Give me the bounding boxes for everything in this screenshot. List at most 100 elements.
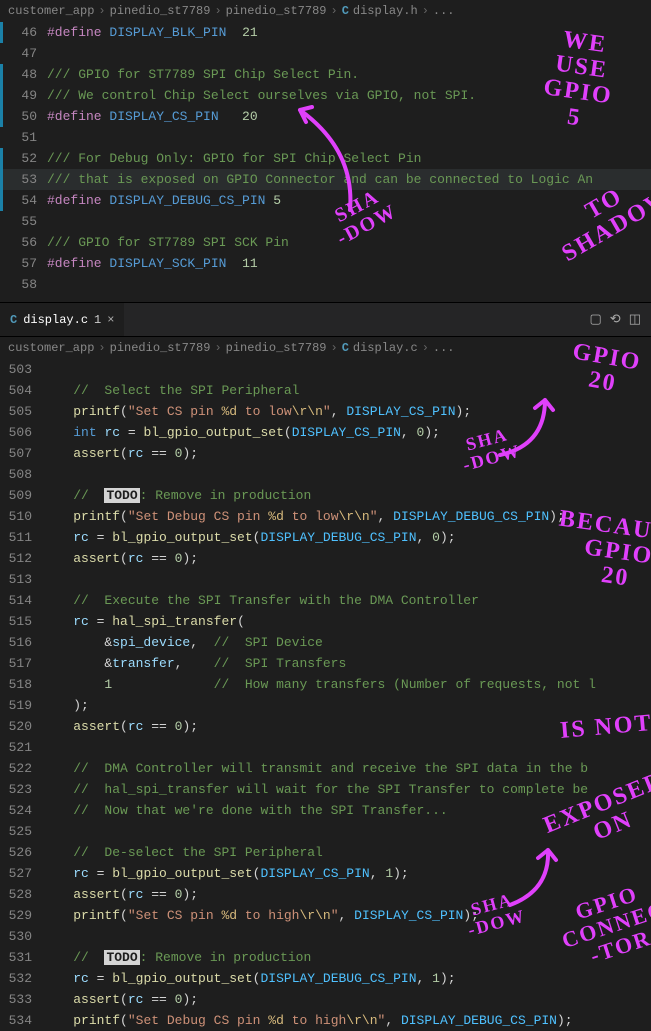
code-line[interactable]: 516 &spi_device, // SPI Device xyxy=(0,632,651,653)
code-line[interactable]: 50#define DISPLAY_CS_PIN 20 xyxy=(0,106,651,127)
code-content[interactable]: // TODO: Remove in production xyxy=(42,485,311,506)
code-line[interactable]: 52/// For Debug Only: GPIO for SPI Chip … xyxy=(0,148,651,169)
code-content[interactable]: #define DISPLAY_BLK_PIN 21 xyxy=(47,22,258,43)
code-content[interactable]: // De-select the SPI Peripheral xyxy=(42,842,323,863)
code-line[interactable]: 532 rc = bl_gpio_output_set(DISPLAY_DEBU… xyxy=(0,968,651,989)
breadcrumb-seg[interactable]: pinedio_st7789 xyxy=(110,341,211,355)
code-line[interactable]: 520 assert(rc == 0); xyxy=(0,716,651,737)
code-content[interactable]: /// GPIO for ST7789 SPI Chip Select Pin. xyxy=(47,64,359,85)
code-line[interactable]: 514 // Execute the SPI Transfer with the… xyxy=(0,590,651,611)
code-content[interactable]: // TODO: Remove in production xyxy=(42,947,311,968)
code-line[interactable]: 48/// GPIO for ST7789 SPI Chip Select Pi… xyxy=(0,64,651,85)
code-content[interactable]: // hal_spi_transfer will wait for the SP… xyxy=(42,779,588,800)
close-icon[interactable]: × xyxy=(107,313,114,327)
code-content[interactable]: printf("Set CS pin %d to low\r\n", DISPL… xyxy=(42,401,471,422)
code-line[interactable]: 46#define DISPLAY_BLK_PIN 21 xyxy=(0,22,651,43)
code-content[interactable]: rc = hal_spi_transfer( xyxy=(42,611,245,632)
breadcrumb-more[interactable]: ... xyxy=(433,4,455,18)
code-line[interactable]: 508 xyxy=(0,464,651,485)
code-line[interactable]: 54#define DISPLAY_DEBUG_CS_PIN 5 xyxy=(0,190,651,211)
code-line[interactable]: 51 xyxy=(0,127,651,148)
code-line[interactable]: 507 assert(rc == 0); xyxy=(0,443,651,464)
breadcrumb-source[interactable]: customer_app › pinedio_st7789 › pinedio_… xyxy=(0,337,651,359)
code-line[interactable]: 57#define DISPLAY_SCK_PIN 11 xyxy=(0,253,651,274)
code-content[interactable]: rc = bl_gpio_output_set(DISPLAY_CS_PIN, … xyxy=(42,863,409,884)
code-line[interactable]: 49/// We control Chip Select ourselves v… xyxy=(0,85,651,106)
code-line[interactable]: 506 int rc = bl_gpio_output_set(DISPLAY_… xyxy=(0,422,651,443)
code-content[interactable]: // Execute the SPI Transfer with the DMA… xyxy=(42,590,479,611)
code-content[interactable]: #define DISPLAY_SCK_PIN 11 xyxy=(47,253,258,274)
code-line[interactable]: 525 xyxy=(0,821,651,842)
line-number: 51 xyxy=(5,127,47,148)
code-content[interactable]: ); xyxy=(42,695,89,716)
breadcrumb-seg[interactable]: customer_app xyxy=(8,341,94,355)
code-content[interactable]: printf("Set CS pin %d to high\r\n", DISP… xyxy=(42,905,479,926)
code-line[interactable]: 517 &transfer, // SPI Transfers xyxy=(0,653,651,674)
code-content[interactable]: /// GPIO for ST7789 SPI SCK Pin xyxy=(47,232,289,253)
code-content[interactable]: // Select the SPI Peripheral xyxy=(42,380,299,401)
code-line[interactable]: 503 xyxy=(0,359,651,380)
code-content[interactable]: rc = bl_gpio_output_set(DISPLAY_DEBUG_CS… xyxy=(42,527,456,548)
code-content[interactable]: #define DISPLAY_DEBUG_CS_PIN 5 xyxy=(47,190,281,211)
code-content[interactable]: /// For Debug Only: GPIO for SPI Chip Se… xyxy=(47,148,421,169)
code-content[interactable]: #define DISPLAY_CS_PIN 20 xyxy=(47,106,258,127)
code-line[interactable]: 509 // TODO: Remove in production xyxy=(0,485,651,506)
code-line[interactable]: 522 // DMA Controller will transmit and … xyxy=(0,758,651,779)
code-line[interactable]: 519 ); xyxy=(0,695,651,716)
code-line[interactable]: 533 assert(rc == 0); xyxy=(0,989,651,1010)
code-content[interactable]: &transfer, // SPI Transfers xyxy=(42,653,346,674)
code-line[interactable]: 524 // Now that we're done with the SPI … xyxy=(0,800,651,821)
code-line[interactable]: 505 printf("Set CS pin %d to low\r\n", D… xyxy=(0,401,651,422)
code-line[interactable]: 511 rc = bl_gpio_output_set(DISPLAY_DEBU… xyxy=(0,527,651,548)
breadcrumb-more[interactable]: ... xyxy=(433,341,455,355)
code-line[interactable]: 56/// GPIO for ST7789 SPI SCK Pin xyxy=(0,232,651,253)
editor-pane-header[interactable]: 46#define DISPLAY_BLK_PIN 214748/// GPIO… xyxy=(0,22,651,302)
code-content[interactable]: assert(rc == 0); xyxy=(42,989,198,1010)
code-content[interactable]: // DMA Controller will transmit and rece… xyxy=(42,758,588,779)
breadcrumb-seg[interactable]: customer_app xyxy=(8,4,94,18)
editor-pane-source[interactable]: 503504 // Select the SPI Peripheral505 p… xyxy=(0,359,651,1031)
code-content[interactable]: /// that is exposed on GPIO Connector an… xyxy=(47,169,593,190)
breadcrumb-seg[interactable]: pinedio_st7789 xyxy=(226,341,327,355)
code-line[interactable]: 504 // Select the SPI Peripheral xyxy=(0,380,651,401)
code-content[interactable]: assert(rc == 0); xyxy=(42,548,198,569)
code-line[interactable]: 515 rc = hal_spi_transfer( xyxy=(0,611,651,632)
code-content[interactable]: assert(rc == 0); xyxy=(42,716,198,737)
tab-display-c[interactable]: C display.c 1 × xyxy=(0,303,124,336)
code-line[interactable]: 527 rc = bl_gpio_output_set(DISPLAY_CS_P… xyxy=(0,863,651,884)
code-line[interactable]: 529 printf("Set CS pin %d to high\r\n", … xyxy=(0,905,651,926)
code-content[interactable]: rc = bl_gpio_output_set(DISPLAY_DEBUG_CS… xyxy=(42,968,456,989)
breadcrumb-seg[interactable]: pinedio_st7789 xyxy=(110,4,211,18)
code-line[interactable]: 518 1 // How many transfers (Number of r… xyxy=(0,674,651,695)
breadcrumb-header[interactable]: customer_app › pinedio_st7789 › pinedio_… xyxy=(0,0,651,22)
code-line[interactable]: 531 // TODO: Remove in production xyxy=(0,947,651,968)
code-line[interactable]: 510 printf("Set Debug CS pin %d to low\r… xyxy=(0,506,651,527)
code-line[interactable]: 534 printf("Set Debug CS pin %d to high\… xyxy=(0,1010,651,1031)
code-line[interactable]: 523 // hal_spi_transfer will wait for th… xyxy=(0,779,651,800)
code-line[interactable]: 55 xyxy=(0,211,651,232)
git-icon[interactable]: ⟲ xyxy=(610,312,621,327)
code-content[interactable]: /// We control Chip Select ourselves via… xyxy=(47,85,476,106)
code-line[interactable]: 58 xyxy=(0,274,651,295)
breadcrumb-file[interactable]: display.c xyxy=(353,341,418,355)
code-line[interactable]: 513 xyxy=(0,569,651,590)
code-content[interactable]: 1 // How many transfers (Number of reque… xyxy=(42,674,596,695)
code-line[interactable]: 512 assert(rc == 0); xyxy=(0,548,651,569)
breadcrumb-file[interactable]: display.h xyxy=(353,4,418,18)
compare-icon[interactable]: ▢ xyxy=(590,312,602,327)
code-content[interactable]: printf("Set Debug CS pin %d to low\r\n",… xyxy=(42,506,565,527)
code-line[interactable]: 526 // De-select the SPI Peripheral xyxy=(0,842,651,863)
code-line[interactable]: 521 xyxy=(0,737,651,758)
code-content[interactable]: &spi_device, // SPI Device xyxy=(42,632,323,653)
code-content[interactable]: printf("Set Debug CS pin %d to high\r\n"… xyxy=(42,1010,573,1031)
code-content[interactable]: int rc = bl_gpio_output_set(DISPLAY_CS_P… xyxy=(42,422,440,443)
code-line[interactable]: 47 xyxy=(0,43,651,64)
code-content[interactable]: assert(rc == 0); xyxy=(42,884,198,905)
code-content[interactable]: // Now that we're done with the SPI Tran… xyxy=(42,800,448,821)
code-line[interactable]: 53/// that is exposed on GPIO Connector … xyxy=(0,169,651,190)
code-line[interactable]: 530 xyxy=(0,926,651,947)
breadcrumb-seg[interactable]: pinedio_st7789 xyxy=(226,4,327,18)
code-content[interactable]: assert(rc == 0); xyxy=(42,443,198,464)
code-line[interactable]: 528 assert(rc == 0); xyxy=(0,884,651,905)
split-icon[interactable]: ◫ xyxy=(629,312,641,327)
